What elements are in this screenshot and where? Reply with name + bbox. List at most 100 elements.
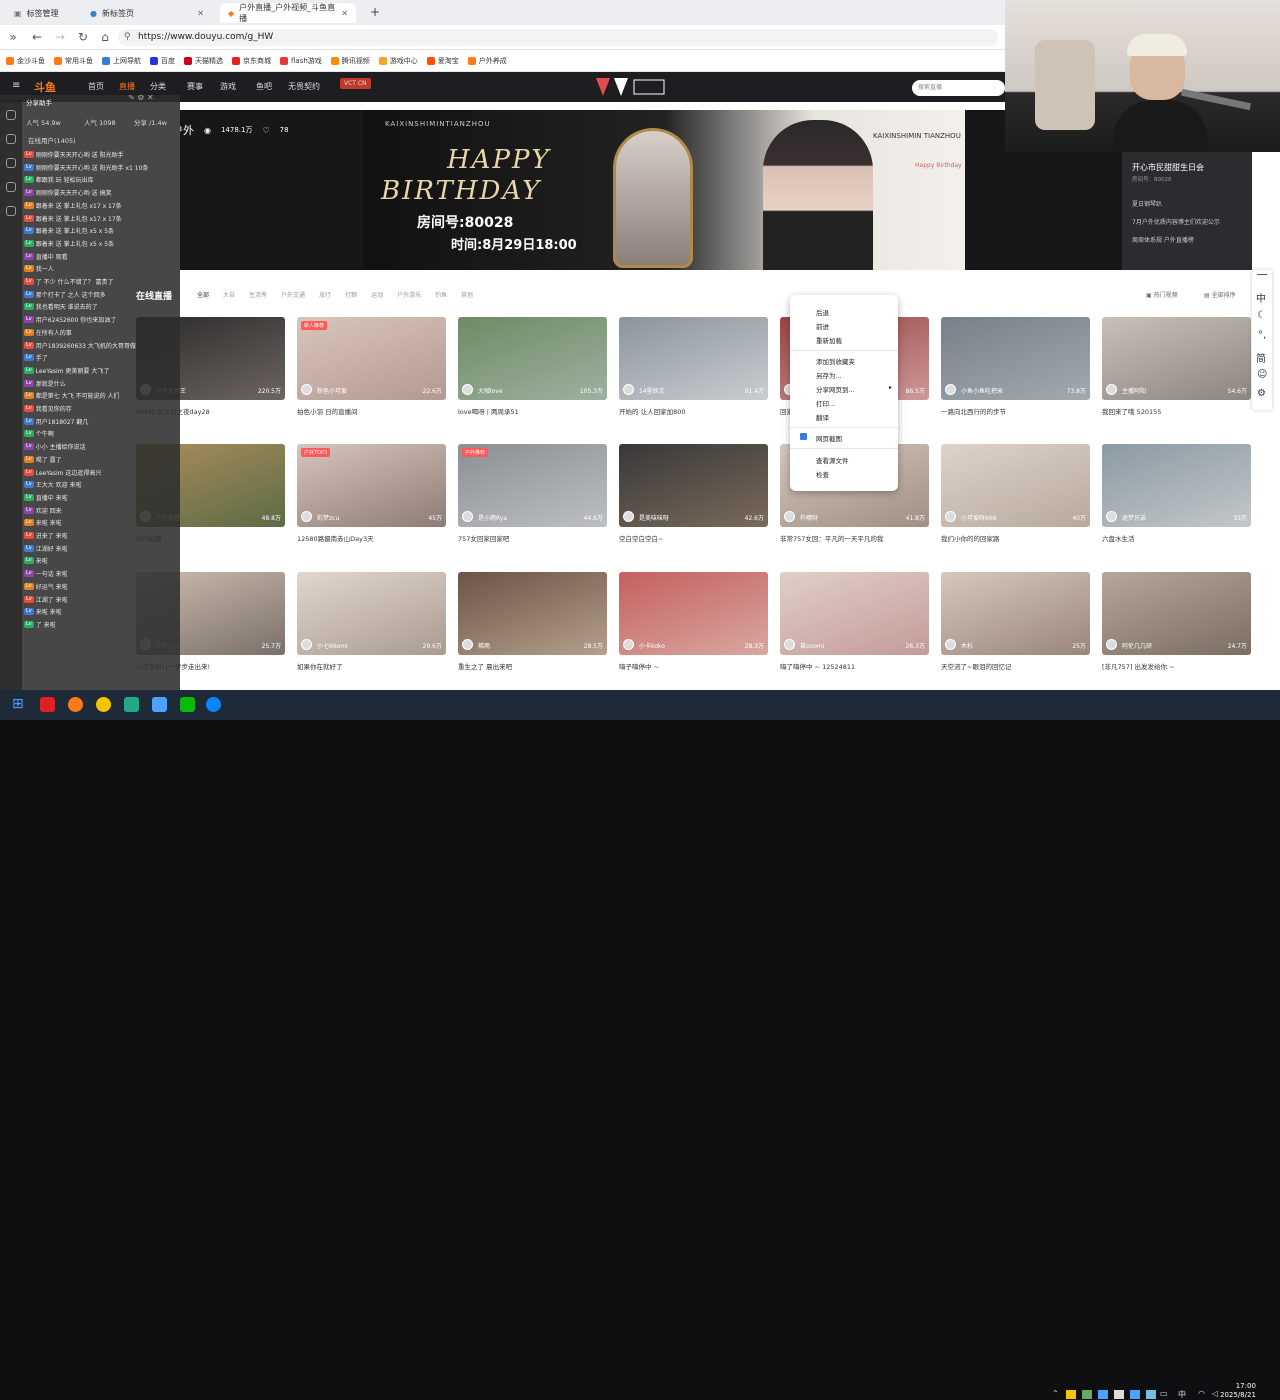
- home-icon[interactable]: ⌂: [98, 30, 112, 44]
- stream-title[interactable]: 12580路摄南赤山Day3天: [297, 533, 446, 543]
- system-clock[interactable]: 17:00 2025/8/21: [1220, 1382, 1256, 1400]
- reload-icon[interactable]: ↻: [76, 30, 90, 44]
- filter-tab[interactable]: 打野: [345, 290, 357, 299]
- bookmark-item[interactable]: 天猫精选: [184, 56, 223, 66]
- chat-comment[interactable]: Lv 我也看明天 谁说去的了: [24, 302, 98, 311]
- chat-comment[interactable]: Lv 了 来啦: [24, 620, 56, 629]
- back-arrow-icon[interactable]: ←: [30, 30, 44, 44]
- chat-comment[interactable]: Lv 跟着来 送 掌上礼包 x5 x 5条: [24, 239, 114, 248]
- stream-title[interactable]: 嗨子嗨停中 ~: [619, 661, 768, 671]
- menu-save-as[interactable]: 另存为...: [816, 370, 842, 380]
- tray-app-icon[interactable]: [1098, 1390, 1108, 1399]
- emoji-icon[interactable]: ☺: [1257, 369, 1267, 380]
- filter-tab[interactable]: 其他: [461, 290, 473, 299]
- bookmark-item[interactable]: 百度: [150, 56, 175, 66]
- tab-new-tab[interactable]: ● 新标签页 ✕: [82, 3, 212, 23]
- site-search-input[interactable]: 搜索直播: [912, 80, 1005, 96]
- stream-title[interactable]: love喝呀 | 两周承51: [458, 406, 607, 416]
- stream-title[interactable]: 757女回家回家吧: [458, 533, 607, 543]
- event-item[interactable]: 周周体系规 户外直播榜: [1132, 235, 1194, 244]
- stream-thumbnail[interactable]: 小卡koko 28.3万: [619, 572, 768, 655]
- ime-simplified-toggle[interactable]: 简: [1256, 350, 1266, 365]
- stream-thumbnail[interactable]: 小七66omi 29.6万: [297, 572, 446, 655]
- windows-start-icon[interactable]: ⊞: [12, 697, 27, 712]
- stream-thumbnail[interactable]: 是美味味呀 42.6万: [619, 444, 768, 527]
- tab-douyu[interactable]: ◆ 户外直播_户外视频_斗鱼直播 ✕: [220, 3, 356, 23]
- app-icon[interactable]: [206, 697, 221, 712]
- chat-comment[interactable]: Lv 刚刚你要天天开心哟 送 搞笑: [24, 188, 112, 197]
- bookmark-item[interactable]: 户外养成: [467, 56, 507, 66]
- app-icon[interactable]: [124, 697, 139, 712]
- chat-comment[interactable]: Lv LeeYasim 这边逛得高兴: [24, 468, 101, 477]
- chat-comment[interactable]: Lv 跟着来 送 掌上礼包 x5 x 5条: [24, 226, 114, 235]
- stream-title[interactable]: 拍色小羽 日的直播间: [297, 406, 446, 416]
- menu-inspect[interactable]: 检查: [816, 469, 829, 479]
- chat-comment[interactable]: Lv 都是第七 大飞 不可能说的 人们: [24, 391, 119, 400]
- chrome-icon[interactable]: [96, 697, 111, 712]
- stream-thumbnail[interactable]: 新人推荐 粉色小可爱 22.6万: [297, 317, 446, 400]
- menu-translate[interactable]: 翻译: [816, 412, 829, 422]
- chat-comment[interactable]: Lv 了 不少 什么不错了？ 富贵了: [24, 277, 113, 286]
- chat-comment[interactable]: Lv 手了: [24, 353, 48, 362]
- event-item[interactable]: 夏日钢琴趴: [1132, 199, 1162, 208]
- event-item[interactable]: 7月户外优质内容博主们欢迎公示: [1132, 217, 1220, 226]
- nav-games[interactable]: 游戏: [220, 81, 236, 92]
- bookmark-item[interactable]: 爱淘宝: [426, 56, 459, 66]
- stream-thumbnail[interactable]: 逐梦兄弟 33万: [1102, 444, 1251, 527]
- stream-title[interactable]: 六盘水生活: [1102, 533, 1251, 543]
- filter-tab[interactable]: 户外交通: [281, 290, 305, 299]
- chat-comment[interactable]: Lv 我看见你的存: [24, 404, 72, 413]
- chat-comment[interactable]: Lv 喝了 露了: [24, 455, 62, 464]
- vct-badge[interactable]: VCT CN: [340, 78, 371, 89]
- chat-comment[interactable]: Lv 小小 主播给你说话: [24, 442, 86, 451]
- sort-button[interactable]: ▤ 全部排序: [1204, 290, 1236, 299]
- gift-icon[interactable]: [6, 158, 16, 168]
- punctuation-icon[interactable]: °,: [1258, 330, 1266, 341]
- new-tab-plus-icon[interactable]: +: [370, 5, 380, 19]
- tray-app-icon[interactable]: [1146, 1390, 1156, 1399]
- stream-thumbnail[interactable]: 14星辰文 91.4万: [619, 317, 768, 400]
- chat-comment[interactable]: Lv 进来了 来啦: [24, 531, 68, 540]
- pin-icon[interactable]: ✎ ⚙ ✕: [128, 95, 154, 102]
- chat-comment[interactable]: Lv 个牛啊: [24, 429, 54, 438]
- tray-folder-icon[interactable]: [1066, 1390, 1076, 1399]
- chat-icon[interactable]: [6, 134, 16, 144]
- filter-tab[interactable]: 户外游乐: [397, 290, 421, 299]
- user-icon[interactable]: [6, 182, 16, 192]
- menu-screenshot[interactable]: 网页截图: [816, 433, 842, 443]
- tray-app-icon[interactable]: [1130, 1390, 1140, 1399]
- stream-thumbnail[interactable]: 大咖love 105.3万: [458, 317, 607, 400]
- close-tab-icon[interactable]: ✕: [341, 9, 348, 18]
- birthday-banner[interactable]: KAIXINSHIMINTIANZHOU HAPPY BIRTHDAY 房间号:…: [363, 110, 965, 270]
- stream-thumbnail[interactable]: 户外TOP3 彩梦zcu 45万: [297, 444, 446, 527]
- nav-home[interactable]: 首页: [88, 81, 104, 92]
- stream-title[interactable]: 开始的 让人回家加800: [619, 406, 768, 416]
- chat-comment[interactable]: Lv 跟着来 送 掌上礼包 x17 x 17条: [24, 214, 122, 223]
- chat-comment[interactable]: Lv 来啦: [24, 556, 48, 565]
- chat-comment[interactable]: Lv 用户62452600 你也来加油了: [24, 315, 116, 324]
- menu-reload[interactable]: 重新加载: [816, 335, 842, 345]
- hot-video-button[interactable]: ▣ 热门视频: [1146, 290, 1178, 299]
- douyu-logo[interactable]: 斗鱼: [34, 79, 56, 95]
- chat-comment[interactable]: Lv 欢迎 回来: [24, 506, 62, 515]
- chat-comment[interactable]: Lv 在所有人的事: [24, 328, 72, 337]
- filter-tab[interactable]: 钓鱼: [435, 290, 447, 299]
- stream-title[interactable]: 一路向北西行的的步节: [941, 406, 1090, 416]
- menu-print[interactable]: 打印...: [816, 398, 835, 408]
- stream-title[interactable]: 空白空白空白~: [619, 533, 768, 543]
- chat-comment[interactable]: Lv 好运气 来啦: [24, 582, 68, 591]
- ime-indicator[interactable]: 中: [1178, 1389, 1186, 1400]
- app-icon[interactable]: [40, 697, 55, 712]
- chat-comment[interactable]: Lv 跟着来 送 掌上礼包 x17 x 17条: [24, 201, 122, 210]
- wechat-icon[interactable]: [180, 697, 195, 712]
- url-input[interactable]: ⚲ https://www.douyu.com/g_HW: [118, 29, 998, 46]
- forward-arrow-icon[interactable]: →: [53, 30, 67, 44]
- menu-forward[interactable]: 前进: [816, 321, 829, 331]
- browser-icon[interactable]: [68, 697, 83, 712]
- chat-comment[interactable]: Lv 江湖好 来啦: [24, 544, 68, 553]
- menu-share[interactable]: 分享网页到...: [816, 384, 855, 394]
- event-info-panel[interactable]: 开心市民甜甜生日会 房间号：80028 夏日钢琴趴 7月户外优质内容博主们欢迎公…: [1122, 152, 1252, 270]
- filter-tab[interactable]: 旅行: [319, 290, 331, 299]
- wifi-icon[interactable]: ◠: [1198, 1389, 1205, 1398]
- chat-comment[interactable]: Lv 一句话 来啦: [24, 569, 68, 578]
